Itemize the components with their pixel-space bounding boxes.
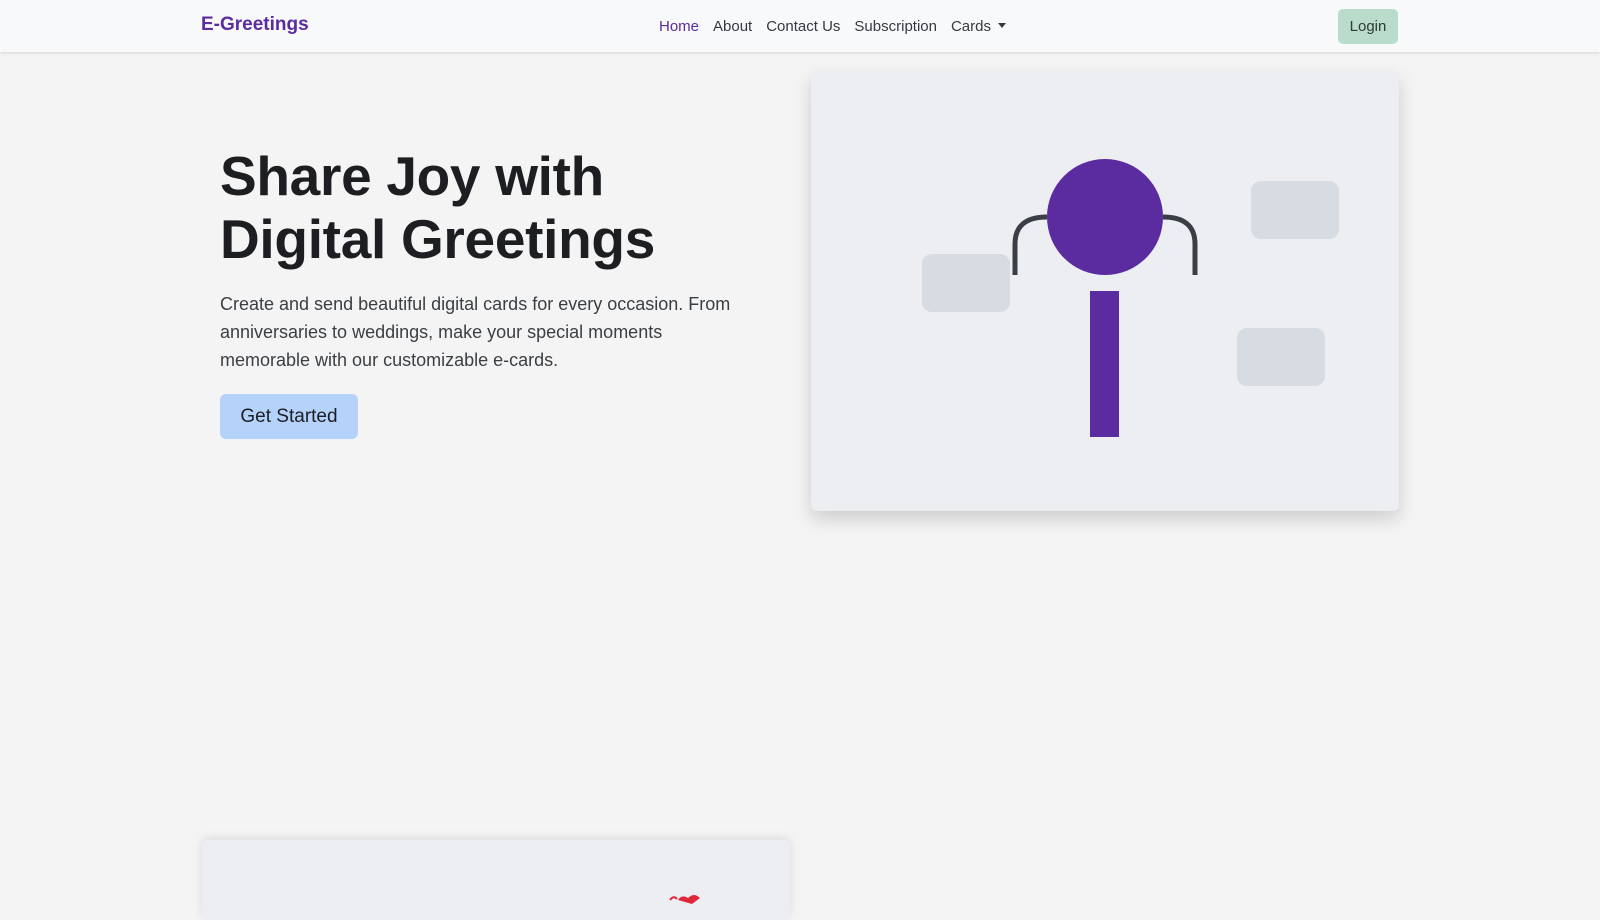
figure-head — [1047, 159, 1163, 275]
login-button[interactable]: Login — [1338, 9, 1398, 44]
nav-link-home[interactable]: Home — [652, 16, 706, 37]
nav-link-about[interactable]: About — [706, 16, 759, 37]
hero-illustration-card — [811, 71, 1399, 511]
placeholder-block-bottom-right — [1237, 328, 1325, 386]
left-arm-curve — [1012, 214, 1048, 275]
bottom-card-preview — [202, 840, 790, 920]
get-started-button[interactable]: Get Started — [220, 394, 358, 439]
figure-body — [1090, 291, 1119, 437]
nav-dropdown-cards-label: Cards — [950, 18, 991, 35]
brand-logo[interactable]: E-Greetings — [201, 14, 309, 36]
navbar: E-Greetings Home About Contact Us Subscr… — [0, 0, 1600, 52]
person-illustration-icon — [922, 159, 1339, 437]
nav-links: Home About Contact Us Subscription Cards — [652, 16, 1013, 37]
nav-link-contact[interactable]: Contact Us — [759, 16, 847, 37]
caret-down-icon — [997, 23, 1006, 28]
nav-link-subscription[interactable]: Subscription — [847, 16, 944, 37]
hero-title: Share Joy with Digital Greetings — [220, 145, 655, 270]
heart-icon — [669, 895, 700, 904]
placeholder-block-top-right — [1251, 181, 1339, 239]
placeholder-block-left — [922, 254, 1010, 312]
hero-description: Create and send beautiful digital cards … — [220, 294, 731, 370]
right-arm-curve — [1162, 214, 1198, 275]
nav-dropdown-cards[interactable]: Cards — [944, 16, 1013, 37]
